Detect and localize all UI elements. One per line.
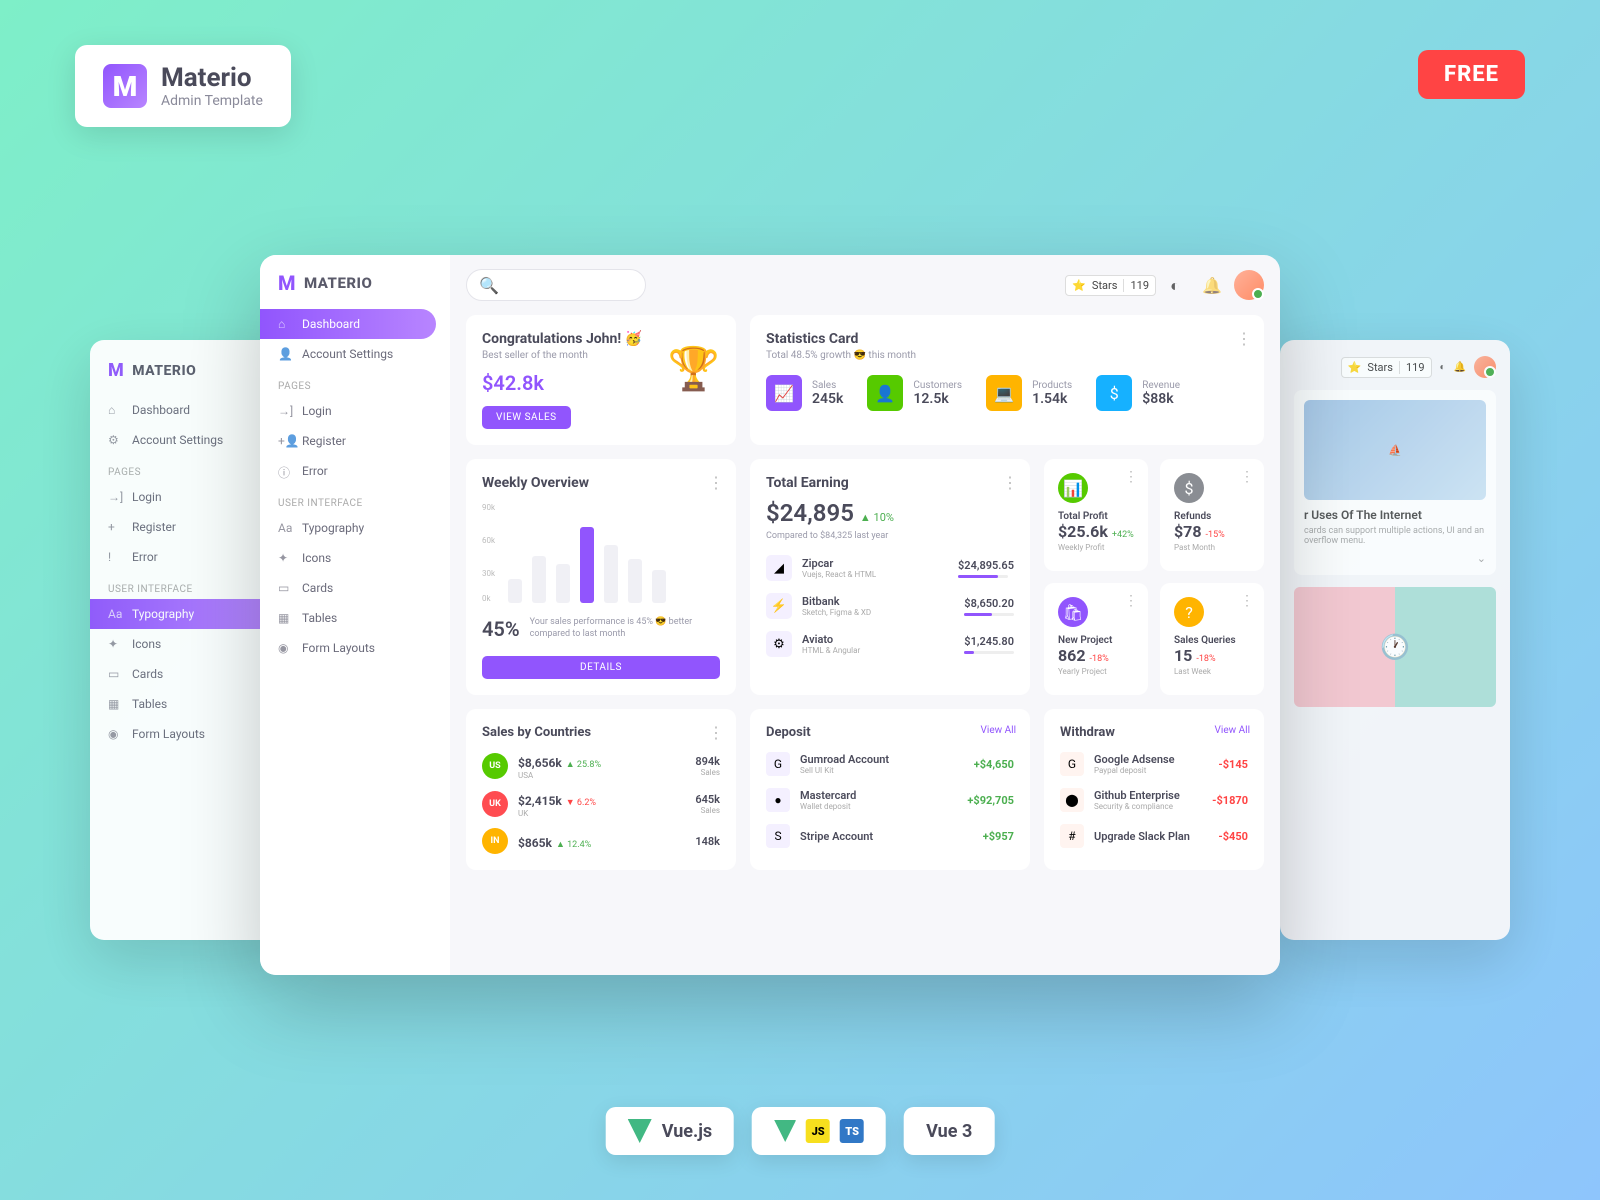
- github-stars[interactable]: ⭐ Stars 119: [1341, 357, 1432, 378]
- main-dashboard: MMATERIO ⌂Dashboard 👤Account Settings PA…: [260, 255, 1280, 975]
- chart-bar: [556, 564, 570, 603]
- sidebar-error[interactable]: ⓘError: [260, 456, 450, 486]
- sidebar-dashboard[interactable]: ⌂Dashboard: [260, 309, 436, 339]
- details-button[interactable]: DETAILS: [482, 656, 720, 679]
- chart-bar: [580, 527, 594, 603]
- withdraw-row: GGoogle AdsensePaypal deposit-$145: [1060, 752, 1248, 776]
- deposit-row: ●MastercardWallet deposit+$92,705: [766, 788, 1014, 812]
- chart-bar: [652, 570, 666, 603]
- deposit-row: GGumroad AccountSell UI Kit+$4,650: [766, 752, 1014, 776]
- brand-logo-icon: M: [103, 64, 147, 108]
- more-icon[interactable]: ⋮: [1124, 469, 1138, 485]
- brand-sub: Admin Template: [161, 93, 263, 109]
- country-row: IN$865k▲ 12.4%148k: [482, 828, 720, 854]
- brand-card: M Materio Admin Template: [75, 45, 291, 127]
- topbar: 🔍 ⭐ Stars 119 ◐ 🔔: [466, 269, 1264, 301]
- chip-vue3: Vue 3: [904, 1107, 994, 1155]
- github-stars-button[interactable]: ⭐ Stars 119: [1065, 275, 1156, 296]
- chart-bar: [604, 545, 618, 603]
- stat-item: 👤Customers12.5k: [867, 375, 962, 411]
- chip-js-ts: JSTS: [752, 1107, 886, 1155]
- sidebar-icons[interactable]: ✦Icons: [260, 543, 450, 573]
- search-icon: 🔍: [479, 276, 499, 295]
- stat-item: $Revenue$88k: [1096, 375, 1180, 411]
- sidebar-typography[interactable]: AaTypography: [260, 513, 450, 543]
- sidebar: MMATERIO ⌂Dashboard 👤Account Settings PA…: [260, 255, 450, 975]
- weekly-chart: 90k 60k 30k 0k: [482, 503, 720, 603]
- nav-typography[interactable]: AaTypography: [90, 599, 276, 629]
- chart-bar: [508, 579, 522, 603]
- sidebar-tables[interactable]: ▦Tables: [260, 603, 450, 633]
- brand-name: Materio: [161, 63, 263, 93]
- stat-item: 📈Sales245k: [766, 375, 843, 411]
- chip-vuejs: Vue.js: [606, 1107, 734, 1155]
- withdraw-row: #Upgrade Slack Plan-$450: [1060, 824, 1248, 848]
- theme-toggle-icon[interactable]: ◐: [1170, 276, 1188, 294]
- congrats-card: Congratulations John! 🥳 Best seller of t…: [466, 315, 736, 445]
- sidebar-login[interactable]: →]Login: [260, 396, 450, 426]
- more-icon[interactable]: ⋮: [1240, 469, 1254, 485]
- earning-item: ◢ZipcarVuejs, React & HTML$24,895.65.pb:…: [766, 555, 1014, 581]
- total-earning-card: ⋮ Total Earning $24,895▲ 10% Compared to…: [750, 459, 1030, 695]
- free-badge: FREE: [1418, 50, 1525, 99]
- bell-icon[interactable]: 🔔: [1454, 362, 1466, 373]
- tech-chips: Vue.js JSTS Vue 3: [606, 1107, 995, 1155]
- more-icon[interactable]: ⋮: [708, 723, 724, 742]
- sidebar-register[interactable]: +👤Register: [260, 426, 450, 456]
- chevron-down-icon[interactable]: ⌄: [1304, 552, 1486, 565]
- mini-stat-card: ⋮📊Total Profit$25.6k+42%Weekly Profit: [1044, 459, 1148, 571]
- mini-stat-card: ⋮🛍New Project862-18%Yearly Project: [1044, 583, 1148, 695]
- mini-stat-card: ⋮?Sales Queries15-18%Last Week: [1160, 583, 1264, 695]
- country-row: US$8,656k▲ 25.8%USA894kSales: [482, 752, 720, 780]
- earning-item: ⚡BitbankSketch, Figma & XD$8,650.20.pb::…: [766, 593, 1014, 619]
- weekly-overview-card: ⋮ Weekly Overview 90k 60k 30k 0k 45% You…: [466, 459, 736, 695]
- sidebar-brand: MMATERIO: [260, 271, 450, 309]
- more-icon[interactable]: ⋮: [1236, 329, 1252, 348]
- theme-icon[interactable]: ◐: [1440, 362, 1446, 373]
- search-input[interactable]: 🔍: [466, 269, 646, 301]
- withdraw-card: Withdraw View All GGoogle AdsensePaypal …: [1044, 709, 1264, 870]
- deposit-row: SStripe Account+$957: [766, 824, 1014, 848]
- trophy-icon: 🏆: [668, 345, 720, 394]
- sidebar-forms[interactable]: ◉Form Layouts: [260, 633, 450, 663]
- user-avatar[interactable]: [1234, 270, 1264, 300]
- chart-bar: [628, 559, 642, 603]
- view-sales-button[interactable]: VIEW SALES: [482, 406, 571, 429]
- mini-stat-card: ⋮$Refunds$78-15%Past Month: [1160, 459, 1264, 571]
- stat-item: 💻Products1.54k: [986, 375, 1072, 411]
- chart-bar: [532, 556, 546, 603]
- image-placeholder-2: 🕐: [1294, 587, 1496, 707]
- deposit-card: Deposit View All GGumroad AccountSell UI…: [750, 709, 1030, 870]
- background-content-right: ⭐ Stars 119 ◐ 🔔 ⛵ r Uses Of The Internet…: [1280, 340, 1510, 940]
- view-all-link[interactable]: View All: [1215, 725, 1250, 736]
- sidebar-account[interactable]: 👤Account Settings: [260, 339, 450, 369]
- more-icon[interactable]: ⋮: [708, 473, 724, 492]
- view-all-link[interactable]: View All: [981, 725, 1016, 736]
- more-icon[interactable]: ⋮: [1002, 473, 1018, 492]
- sales-countries-card: ⋮ Sales by Countries US$8,656k▲ 25.8%USA…: [466, 709, 736, 870]
- withdraw-row: ⬤Github EnterpriseSecurity & compliance-…: [1060, 788, 1248, 812]
- sidebar-cards[interactable]: ▭Cards: [260, 573, 450, 603]
- more-icon[interactable]: ⋮: [1240, 593, 1254, 609]
- country-row: UK$2,415k▼ 6.2%UK645kSales: [482, 790, 720, 818]
- image-placeholder: ⛵: [1304, 400, 1486, 500]
- statistics-card: ⋮ Statistics Card Total 48.5% growth 😎 t…: [750, 315, 1264, 445]
- notifications-icon[interactable]: 🔔: [1202, 276, 1220, 294]
- avatar[interactable]: [1474, 356, 1496, 378]
- earning-item: ⚙AviatoHTML & Angular$1,245.80.pb::after…: [766, 631, 1014, 657]
- more-icon[interactable]: ⋮: [1124, 593, 1138, 609]
